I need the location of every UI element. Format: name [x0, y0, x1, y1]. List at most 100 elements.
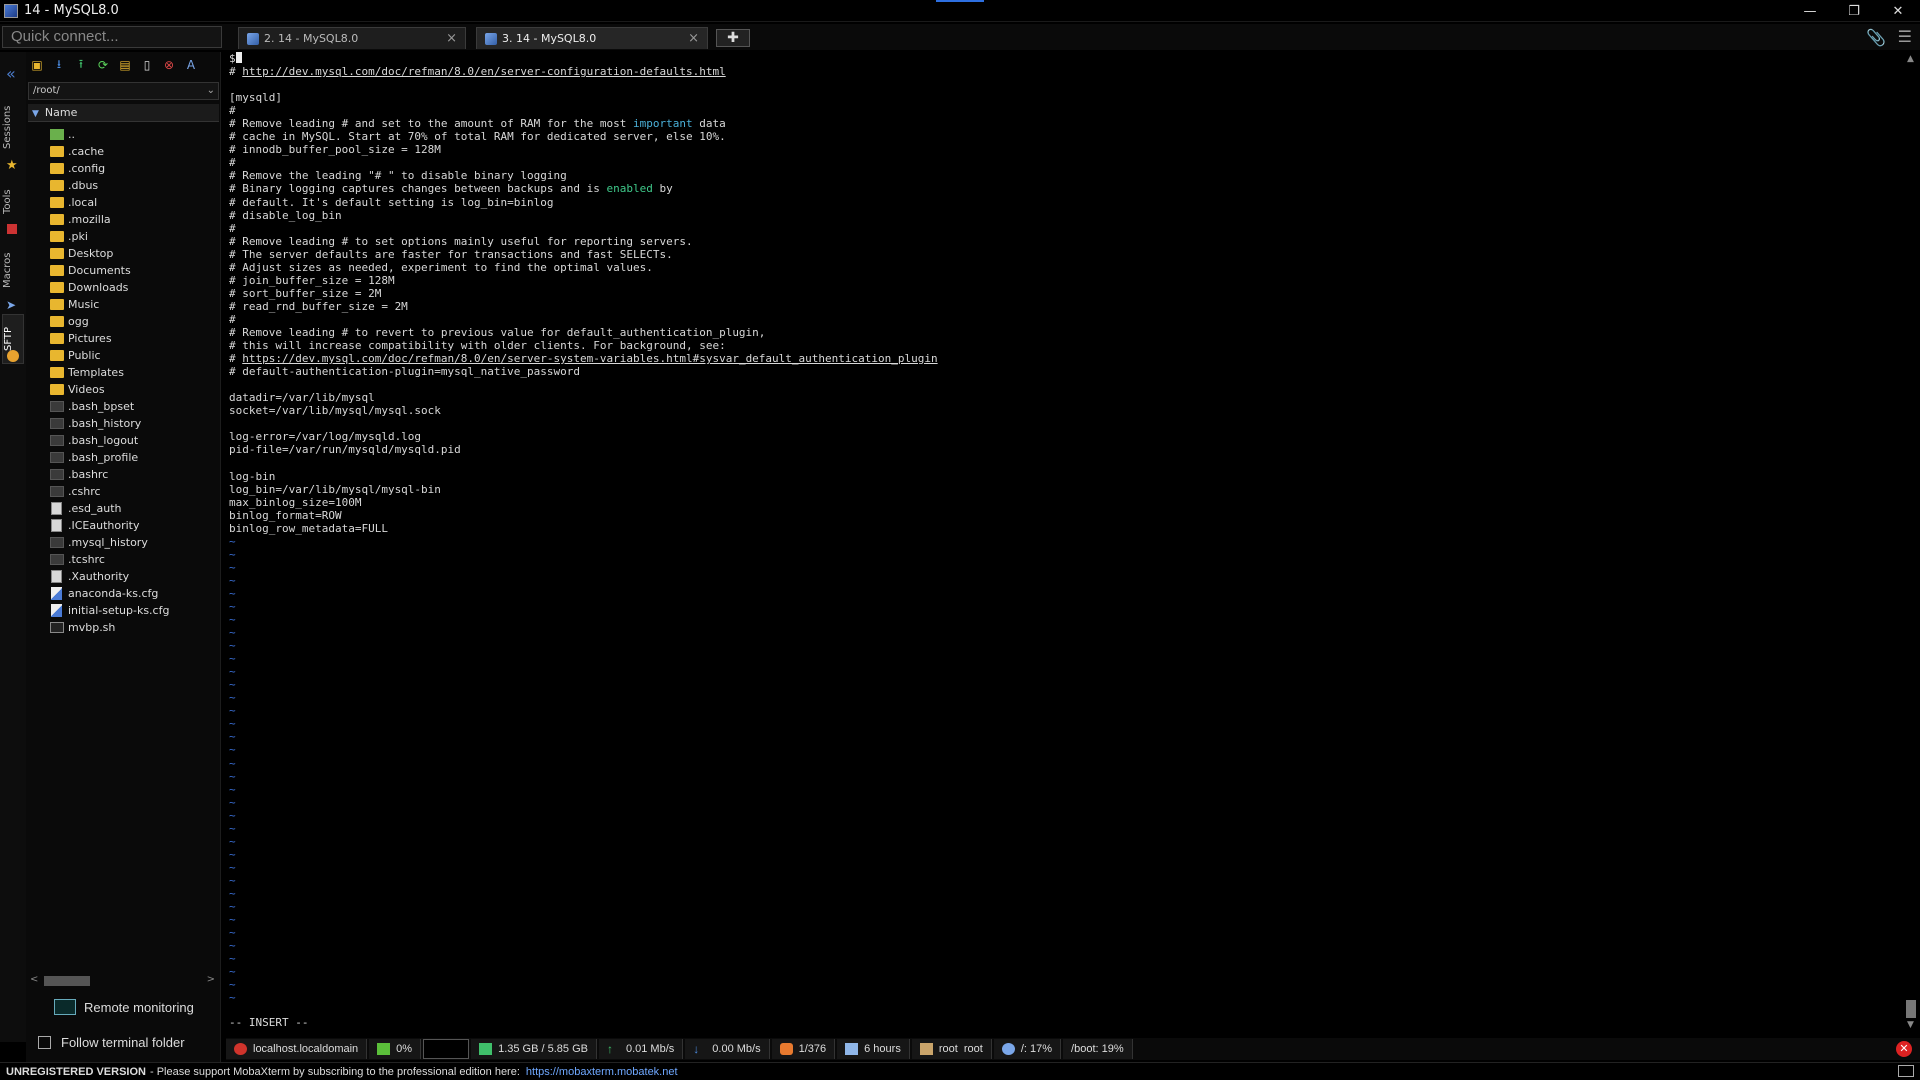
mobaxterm-link[interactable]: https://mobaxterm.mobatek.net	[526, 1066, 678, 1078]
minimize-button[interactable]: —	[1788, 0, 1832, 22]
scroll-down-icon[interactable]: ▼	[1907, 1020, 1914, 1030]
upload-icon[interactable]: ⭱	[72, 56, 90, 74]
status-memory[interactable]: 1.35 GB / 5.85 GB	[471, 1039, 597, 1059]
vim-empty-line: ~	[229, 939, 236, 953]
terminal-line: # http://dev.mysql.com/doc/refman/8.0/en…	[229, 65, 726, 79]
download-icon[interactable]: ⭳	[50, 56, 68, 74]
file-name: Videos	[68, 383, 105, 396]
refresh-icon[interactable]: ⟳	[94, 56, 112, 74]
delete-icon[interactable]: ⊗	[160, 56, 178, 74]
status-cpu[interactable]: 0%	[369, 1039, 422, 1059]
close-button[interactable]: ✕	[1876, 0, 1920, 22]
file-item[interactable]: Templates	[50, 364, 220, 381]
file-item[interactable]: mvbp.sh	[50, 619, 220, 636]
status-disk-boot[interactable]: /boot: 19%	[1063, 1039, 1133, 1059]
status-sessions[interactable]: 1/376	[771, 1039, 836, 1059]
file-item[interactable]: .config	[50, 160, 220, 177]
close-tab-icon[interactable]: ×	[688, 31, 699, 46]
file-item[interactable]: ..	[50, 126, 220, 143]
terminal-line: socket=/var/lib/mysql/mysql.sock	[229, 404, 441, 418]
url-link[interactable]: http://dev.mysql.com/doc/refman/8.0/en/s…	[242, 65, 725, 78]
close-status-icon[interactable]: ✕	[1896, 1041, 1912, 1057]
close-tab-icon[interactable]: ×	[446, 31, 457, 46]
file-item[interactable]: .bash_profile	[50, 449, 220, 466]
terminal-scrollbar[interactable]: ▲ ▼	[1904, 52, 1918, 1032]
scroll-thumb[interactable]	[1906, 1000, 1916, 1018]
scroll-left-icon[interactable]: <	[30, 974, 38, 985]
file-item[interactable]: .cache	[50, 143, 220, 160]
file-item[interactable]: .cshrc	[50, 483, 220, 500]
paperclip-icon[interactable]: 📎	[1866, 28, 1886, 47]
terminal-line: # Remove leading # to set options mainly…	[229, 234, 693, 248]
file-item[interactable]: .dbus	[50, 177, 220, 194]
rename-icon[interactable]: A	[182, 56, 200, 74]
chevron-down-icon[interactable]: ⌄	[207, 83, 215, 99]
new-folder-icon[interactable]: ▤	[116, 56, 134, 74]
folder-icon	[50, 350, 64, 361]
file-item[interactable]: .mozilla	[50, 211, 220, 228]
status-upload[interactable]: ↑ 0.01 Mb/s	[598, 1039, 684, 1059]
file-name: .cache	[68, 145, 105, 158]
folder-icon	[50, 316, 64, 327]
file-item[interactable]: Desktop	[50, 245, 220, 262]
file-item[interactable]: .mysql_history	[50, 534, 220, 551]
status-download[interactable]: ↓ 0.00 Mb/s	[685, 1039, 770, 1059]
file-item[interactable]: .esd_auth	[50, 500, 220, 517]
scroll-thumb[interactable]	[44, 976, 90, 986]
vim-empty-line: ~	[229, 913, 236, 927]
status-uptime[interactable]: 6 hours	[837, 1039, 910, 1059]
new-tab-button[interactable]: ✚	[716, 29, 750, 47]
horizontal-scrollbar[interactable]: < >	[30, 974, 215, 986]
quick-connect-input[interactable]: Quick connect...	[2, 26, 222, 48]
collapse-sidebar-icon[interactable]: «	[6, 64, 16, 83]
terminal-line: binlog_row_metadata=FULL	[229, 521, 388, 535]
status-host[interactable]: localhost.localdomain	[226, 1039, 368, 1059]
remote-monitoring-button[interactable]: Remote monitoring	[54, 996, 194, 1018]
keyboard-icon[interactable]	[1898, 1065, 1914, 1077]
file-item[interactable]: Pictures	[50, 330, 220, 347]
path-input[interactable]: /root/ ⌄	[28, 82, 219, 100]
file-item[interactable]: .bashrc	[50, 466, 220, 483]
url-link[interactable]: https://dev.mysql.com/doc/refman/8.0/en/…	[242, 352, 937, 365]
parent-folder-icon[interactable]: ▣	[28, 56, 46, 74]
file-item[interactable]: ogg	[50, 313, 220, 330]
file-item[interactable]: .ICEauthority	[50, 517, 220, 534]
file-item[interactable]: Public	[50, 347, 220, 364]
side-tab-tools[interactable]: Tools	[2, 184, 24, 220]
file-item[interactable]: .bash_history	[50, 415, 220, 432]
tab-session-2[interactable]: 2. 14 - MySQL8.0 ×	[238, 27, 466, 49]
vim-empty-line: ~	[229, 873, 236, 887]
accent-mark	[936, 0, 984, 2]
file-item[interactable]: .pki	[50, 228, 220, 245]
file-item[interactable]: Videos	[50, 381, 220, 398]
file-item[interactable]: anaconda-ks.cfg	[50, 585, 220, 602]
column-header-name[interactable]: ▼ Name	[28, 104, 219, 122]
side-tab-sessions[interactable]: Sessions	[2, 102, 24, 152]
vim-empty-line: ~	[229, 756, 236, 770]
file-item[interactable]: .bash_bpset	[50, 398, 220, 415]
file-item[interactable]: .Xauthority	[50, 568, 220, 585]
scroll-up-icon[interactable]: ▲	[1907, 54, 1914, 64]
file-item[interactable]: .local	[50, 194, 220, 211]
tab-session-3[interactable]: 3. 14 - MySQL8.0 ×	[476, 27, 708, 49]
new-file-icon[interactable]: ▯	[138, 56, 156, 74]
file-icon	[51, 587, 62, 600]
file-item[interactable]: .tcshrc	[50, 551, 220, 568]
file-item[interactable]: Documents	[50, 262, 220, 279]
side-tab-macros[interactable]: Macros	[2, 246, 24, 294]
file-item[interactable]: initial-setup-ks.cfg	[50, 602, 220, 619]
status-user[interactable]: root root	[911, 1039, 992, 1059]
file-icon	[50, 554, 64, 565]
file-item[interactable]: .bash_logout	[50, 432, 220, 449]
file-name: Desktop	[68, 247, 114, 260]
restore-button[interactable]: ❐	[1832, 0, 1876, 22]
terminal-line: # The server defaults are faster for tra…	[229, 247, 673, 261]
file-item[interactable]: Music	[50, 296, 220, 313]
follow-terminal-checkbox[interactable]: Follow terminal folder	[38, 1032, 185, 1052]
terminal-output[interactable]: $ # http://dev.mysql.com/doc/refman/8.0/e…	[229, 52, 1899, 1032]
menu-icon[interactable]: ☰	[1898, 27, 1912, 46]
scroll-right-icon[interactable]: >	[207, 974, 215, 985]
checkbox[interactable]	[38, 1035, 51, 1049]
status-disk-root[interactable]: /: 17%	[993, 1039, 1062, 1059]
file-item[interactable]: Downloads	[50, 279, 220, 296]
